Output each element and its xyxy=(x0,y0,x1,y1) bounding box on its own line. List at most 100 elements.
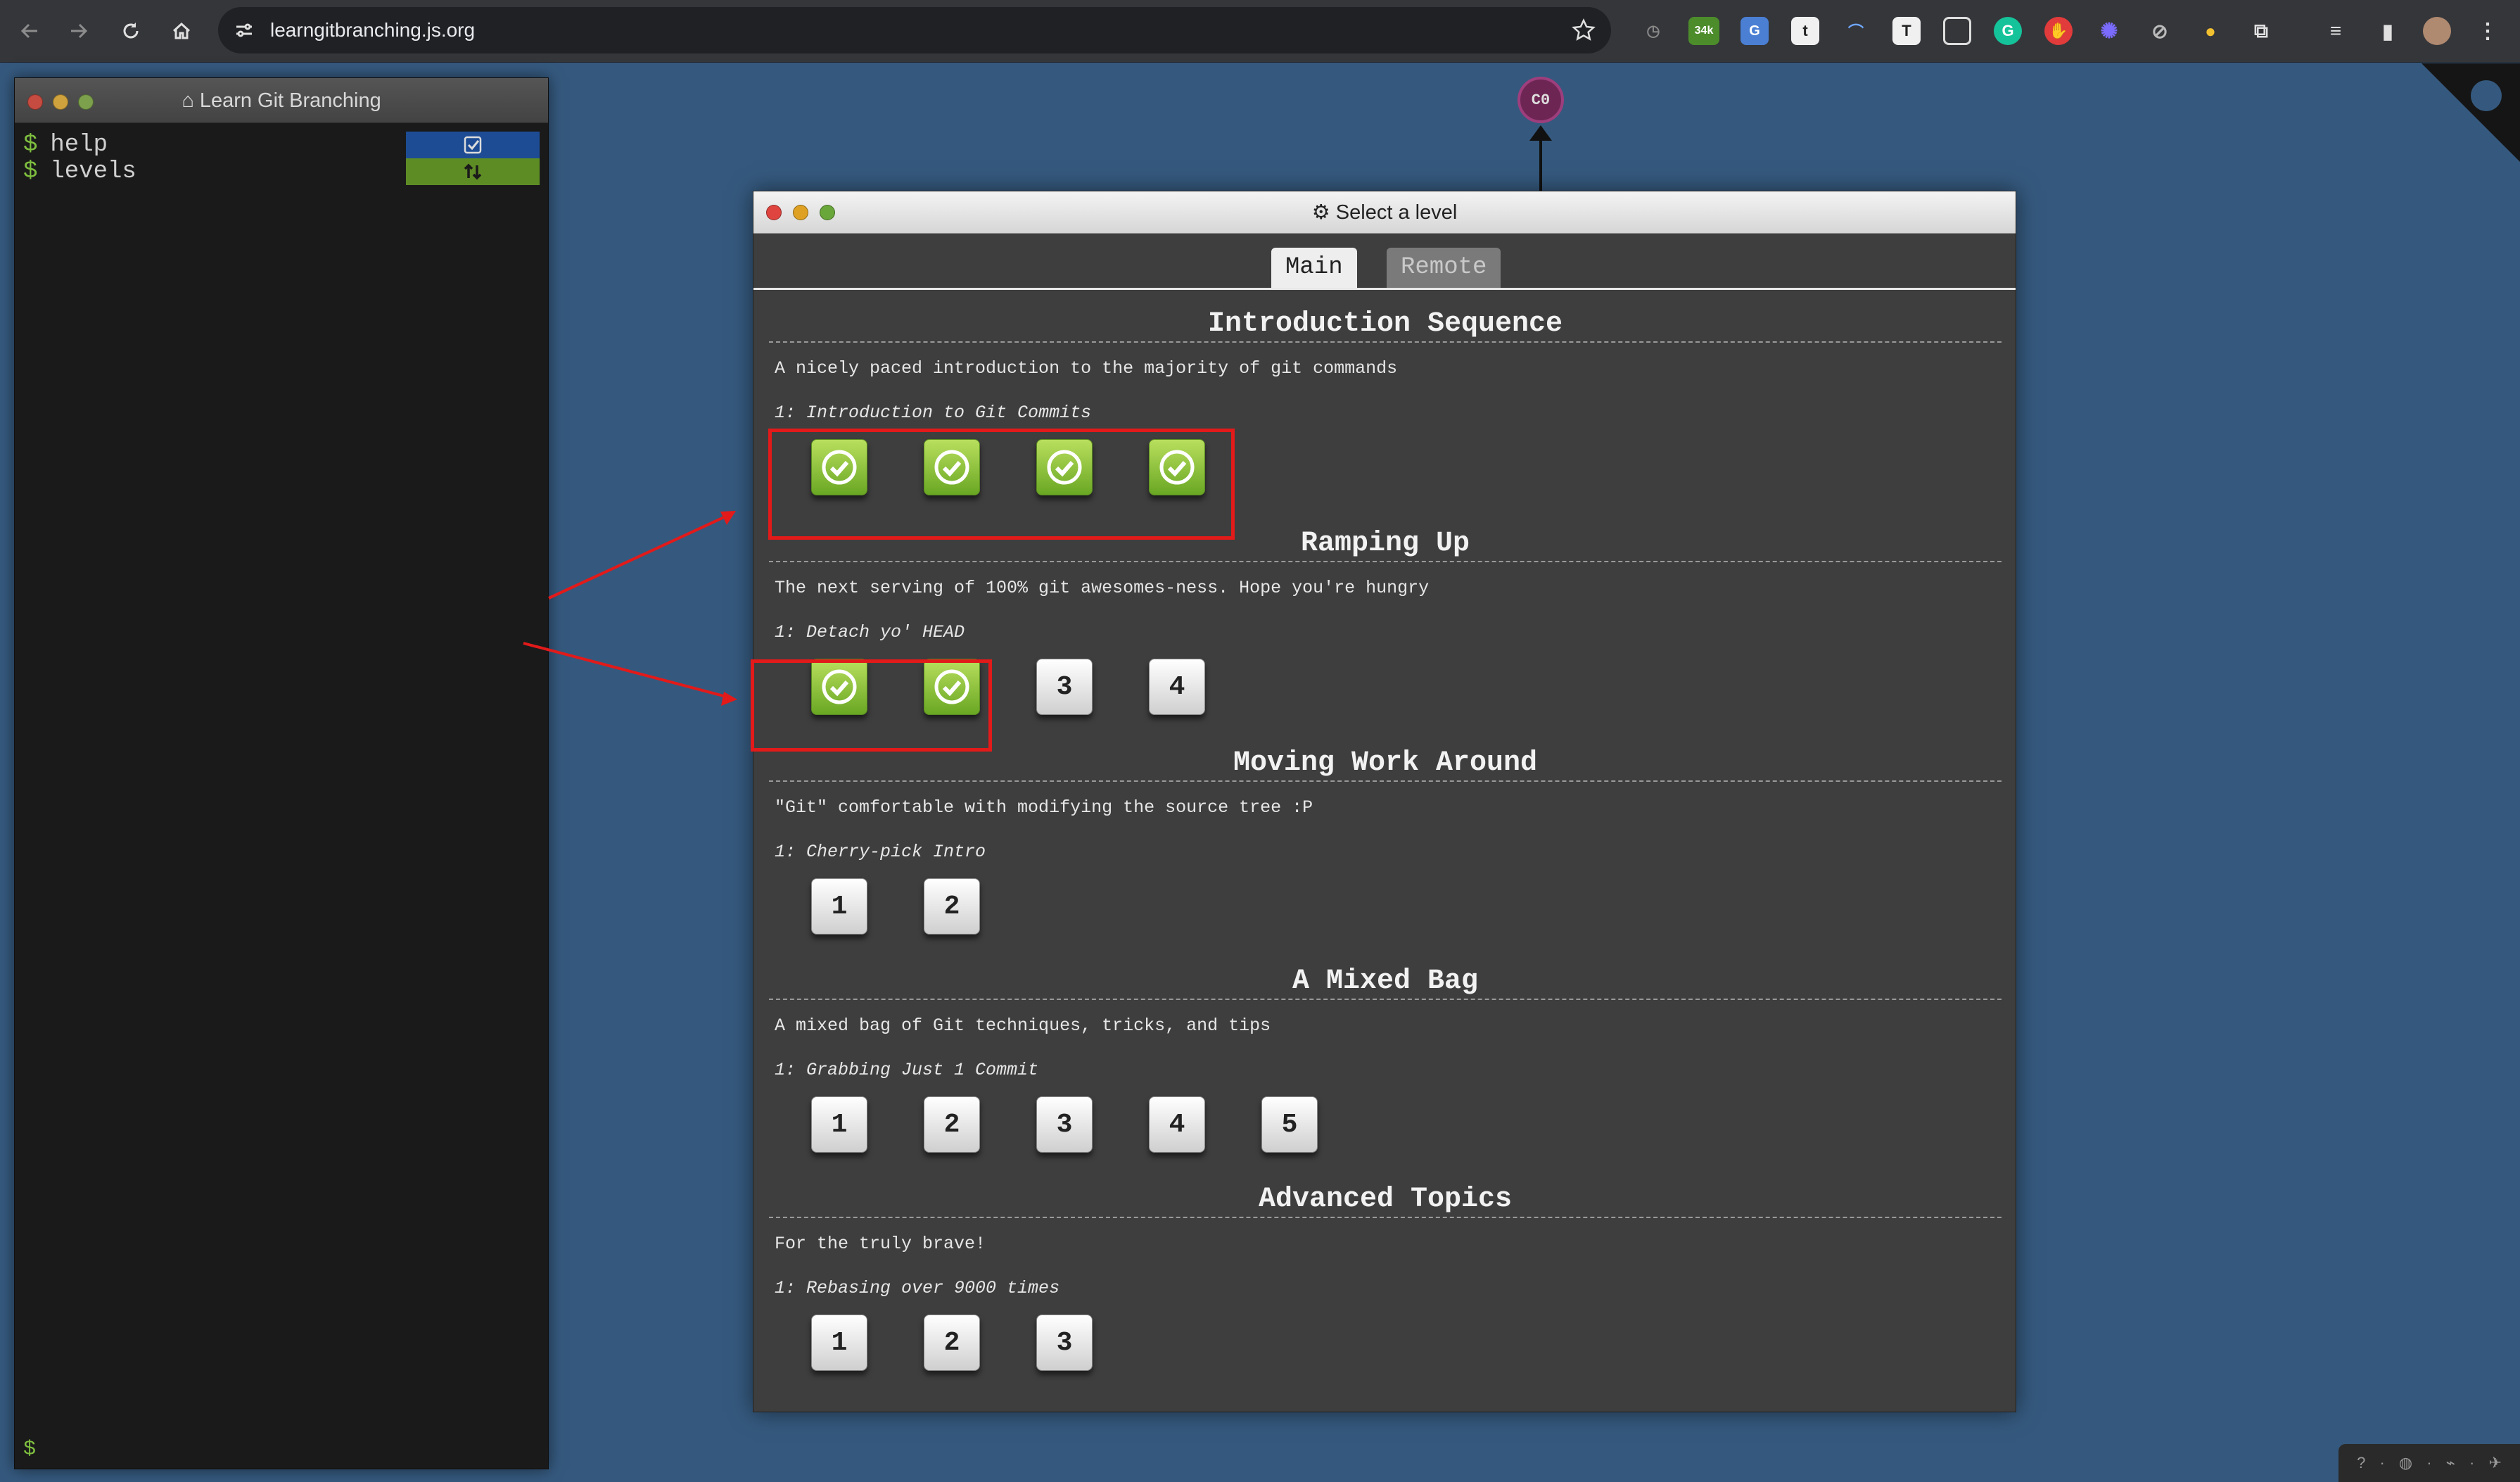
status-done-badge xyxy=(406,132,540,158)
prompt-symbol: $ xyxy=(23,158,38,185)
back-button[interactable] xyxy=(14,15,45,46)
t-extension-icon[interactable]: T xyxy=(1892,17,1921,45)
back-arrow-icon xyxy=(20,23,37,39)
sequence-description: A mixed bag of Git techniques, tricks, a… xyxy=(775,1015,1271,1036)
sequence-title: A Mixed Bag xyxy=(769,963,2002,1000)
twitter-icon[interactable]: ✈ xyxy=(2489,1454,2502,1472)
checkbox-checked-icon xyxy=(464,136,482,154)
history-command: help xyxy=(50,132,108,158)
sequence-description: A nicely paced introduction to the major… xyxy=(775,358,1398,379)
command-terminal: ⌂ Learn Git Branching $ help $ levels $ xyxy=(14,77,549,1469)
google-translate-icon[interactable]: G xyxy=(1741,17,1769,45)
separator-dot: · xyxy=(2379,1454,2385,1471)
level-number: 4 xyxy=(1169,1109,1185,1140)
home-button[interactable] xyxy=(166,15,197,46)
annotation-arrow-line xyxy=(523,642,732,699)
terminal-titlebar: ⌂ Learn Git Branching xyxy=(15,78,548,123)
status-refresh-badge xyxy=(406,158,540,185)
level-button-row: 1 2 3 4 5 xyxy=(769,1096,2002,1167)
level-number: 1 xyxy=(831,1109,848,1140)
sequence-advanced-topics: Advanced Topics For the truly brave! 1: … xyxy=(769,1182,2002,1385)
history-entry[interactable]: $ help xyxy=(15,132,548,158)
terminal-minimize-button[interactable] xyxy=(53,94,68,110)
annotation-arrow-line xyxy=(548,512,732,600)
level-button[interactable]: 3 xyxy=(1036,1096,1093,1153)
site-settings-icon[interactable] xyxy=(234,20,255,41)
level-button[interactable]: 3 xyxy=(1036,659,1093,715)
level-button[interactable]: 2 xyxy=(924,1315,980,1371)
extension-badge-count: 34k xyxy=(1694,25,1714,37)
level-number: 4 xyxy=(1169,671,1185,702)
level-button[interactable]: 1 xyxy=(811,1315,867,1371)
terminal-maximize-button[interactable] xyxy=(78,94,94,110)
browser-menu-icon[interactable]: ⋮ xyxy=(2474,17,2502,45)
arc-extension-icon[interactable]: ⌒ xyxy=(1842,17,1870,45)
level-number: 3 xyxy=(1056,1109,1073,1140)
command-input-prompt[interactable]: $ xyxy=(23,1438,36,1462)
dialog-titlebar: ⚙ Select a level xyxy=(753,191,2016,234)
selected-level-name: 1: Introduction to Git Commits xyxy=(775,403,1092,423)
selected-level-name: 1: Grabbing Just 1 Commit xyxy=(775,1060,1039,1080)
history-command: levels xyxy=(50,158,136,185)
dialog-close-button[interactable] xyxy=(766,205,782,220)
level-button[interactable]: 2 xyxy=(924,878,980,935)
media-controls-icon[interactable]: ≡ xyxy=(2322,17,2350,45)
extensions-puzzle-icon[interactable]: ⧉ xyxy=(2247,17,2275,45)
hand-extension-icon[interactable]: ✋ xyxy=(2044,17,2073,45)
level-button[interactable]: 5 xyxy=(1261,1096,1318,1153)
sequence-description: For the truly brave! xyxy=(775,1234,986,1254)
level-button[interactable]: 4 xyxy=(1149,1096,1205,1153)
bookmark-star-icon[interactable] xyxy=(1572,18,1596,42)
prompt-symbol: $ xyxy=(23,132,38,158)
refresh-arrows-icon xyxy=(464,163,482,180)
profile-avatar[interactable] xyxy=(2423,17,2451,45)
sequence-mixed-bag: A Mixed Bag A mixed bag of Git technique… xyxy=(769,963,2002,1167)
extension-badge-icon[interactable]: 34k xyxy=(1688,17,1719,45)
level-number: 2 xyxy=(943,1109,960,1140)
forward-button[interactable] xyxy=(63,15,94,46)
level-button[interactable]: 4 xyxy=(1149,659,1205,715)
home-icon: ⌂ xyxy=(182,89,194,112)
highlight-box-ramping-completed xyxy=(751,659,992,752)
forward-arrow-icon xyxy=(71,23,88,39)
level-button[interactable]: 1 xyxy=(811,1096,867,1153)
history-entry[interactable]: $ levels xyxy=(15,158,548,185)
side-panel-icon[interactable]: ▮ xyxy=(2374,17,2402,45)
tab-remote[interactable]: Remote xyxy=(1387,248,1501,288)
level-button[interactable]: 2 xyxy=(924,1096,980,1153)
grammarly-icon[interactable]: G xyxy=(1994,17,2022,45)
commit-edge-arrowhead xyxy=(1529,125,1552,141)
level-number: 3 xyxy=(1056,671,1073,702)
level-select-dialog: ⚙ Select a level Main Remote Introductio… xyxy=(753,191,2016,1412)
dialog-minimize-button[interactable] xyxy=(793,205,808,220)
text-extension-icon[interactable]: t xyxy=(1791,17,1819,45)
selected-level-name: 1: Cherry-pick Intro xyxy=(775,842,986,862)
command-history: $ help $ levels xyxy=(15,123,548,185)
github-corner-icon[interactable] xyxy=(2422,63,2520,162)
level-number: 2 xyxy=(943,891,960,922)
level-number: 2 xyxy=(943,1327,960,1358)
tab-main[interactable]: Main xyxy=(1271,248,1357,288)
sparkle-extension-icon[interactable]: ✺ xyxy=(2095,17,2123,45)
frame-extension-icon[interactable] xyxy=(1943,17,1971,45)
globe-icon[interactable]: ◍ xyxy=(2399,1454,2412,1472)
level-button[interactable]: 1 xyxy=(811,878,867,935)
graph-icon[interactable]: ⌁ xyxy=(2446,1454,2455,1472)
level-button-row: 12 xyxy=(769,878,2002,949)
terminal-close-button[interactable] xyxy=(27,94,43,110)
level-number: 1 xyxy=(831,1327,848,1358)
help-icon[interactable]: ? xyxy=(2357,1454,2365,1472)
timer-extension-icon[interactable]: ◷ xyxy=(1639,17,1667,45)
level-button[interactable]: 3 xyxy=(1036,1315,1093,1371)
address-bar[interactable]: learngitbranching.js.org xyxy=(218,7,1611,53)
compass-extension-icon[interactable]: ⊘ xyxy=(2146,17,2174,45)
level-button-row: 1 2 3 xyxy=(769,1315,2002,1385)
reload-icon xyxy=(123,23,139,39)
reload-button[interactable] xyxy=(115,15,146,46)
duck-extension-icon[interactable]: ● xyxy=(2196,17,2225,45)
gear-icon: ⚙ xyxy=(1311,201,1330,224)
annotation-arrowhead xyxy=(721,692,737,706)
dialog-maximize-button[interactable] xyxy=(820,205,835,220)
commit-node-c0[interactable]: C0 xyxy=(1517,77,1564,123)
selected-level-name: 1: Rebasing over 9000 times xyxy=(775,1278,1060,1298)
